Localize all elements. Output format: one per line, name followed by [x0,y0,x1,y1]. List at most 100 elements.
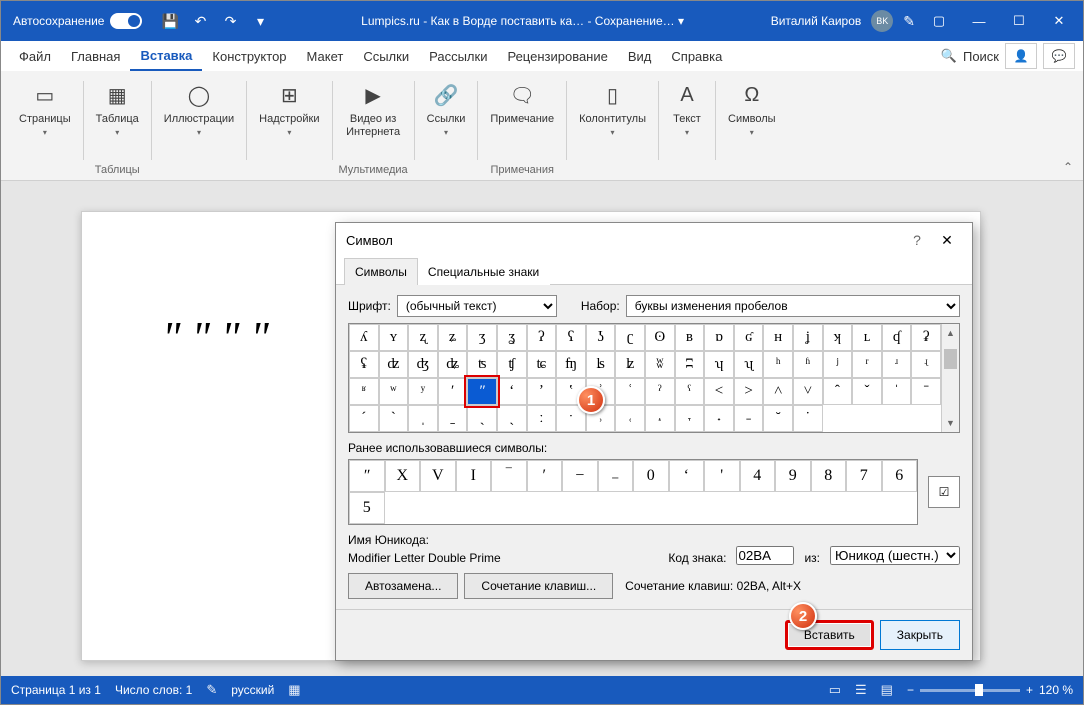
tab-special[interactable]: Специальные знаки [417,258,550,285]
char-cell[interactable]: ʬ [645,351,675,378]
shortcut-button[interactable]: Сочетание клавиш... [464,573,613,599]
scroll-thumb[interactable] [944,349,957,369]
recent-cell[interactable]: − [562,460,598,492]
recent-cell[interactable]: V [420,460,456,492]
read-mode-icon[interactable]: ▭ [829,682,841,698]
char-cell[interactable]: ˌ [408,405,438,432]
ribbon-колонтитулы[interactable]: ▯Колонтитулы▾ [573,75,652,141]
char-cell[interactable]: ʓ [497,324,527,351]
char-cell[interactable]: ʼ [527,378,557,405]
ribbon-страницы[interactable]: ▭Страницы▾ [13,75,77,141]
char-cell[interactable]: ʫ [615,351,645,378]
char-cell[interactable]: ʡ [911,324,941,351]
tab-вставка[interactable]: Вставка [130,41,202,71]
char-cell[interactable]: ˆ [823,378,853,405]
help-icon[interactable]: ? [902,232,932,248]
char-cell[interactable]: ʣ [379,351,409,378]
ribbon-надстройки[interactable]: ⊞Надстройки▾ [253,75,325,141]
char-cell[interactable]: ʵ [911,351,941,378]
char-grid[interactable]: ʎʏʐʑʒʓʔʕʖʗʘʙɒʛʜʝʞʟʠʡʢʣʤʥʦʧʨʩʪʫʬʭʮʯʰʱʲʳʴʵ… [349,324,941,432]
recent-cell[interactable]: ʺ [349,460,385,492]
tab-файл[interactable]: Файл [9,41,61,71]
autosave-toggle[interactable]: Автосохранение [5,13,150,29]
close-button[interactable]: ✕ [1039,1,1079,41]
recent-cell[interactable]: ₋ [598,460,634,492]
char-cell[interactable]: ˏ [497,405,527,432]
char-cell[interactable]: ʦ [467,351,497,378]
char-cell[interactable]: ʰ [763,351,793,378]
char-cell[interactable]: ʥ [438,351,468,378]
pen-icon[interactable]: ✎ [903,13,915,30]
char-cell[interactable]: ˀ [645,378,675,405]
status-lang[interactable]: русский [231,683,274,697]
tab-главная[interactable]: Главная [61,41,130,71]
recent-extra[interactable]: ☑ [928,476,960,508]
share-button[interactable]: 👤 [1005,43,1037,69]
scrollbar[interactable]: ▲ ▼ [941,324,959,432]
undo-icon[interactable]: ↶ [186,7,214,35]
status-page[interactable]: Страница 1 из 1 [11,683,101,697]
ribbon-таблица[interactable]: ▦Таблица▾ [90,75,145,141]
char-cell[interactable]: ʞ [823,324,853,351]
scroll-down-icon[interactable]: ▼ [942,414,959,432]
char-cell[interactable]: ʹ [438,378,468,405]
char-cell[interactable]: ʭ [675,351,705,378]
comments-button[interactable]: 💬 [1043,43,1075,69]
char-cell[interactable]: ʏ [379,324,409,351]
recent-cell[interactable]: ' [704,460,740,492]
char-cell[interactable]: ʿ [615,378,645,405]
char-cell[interactable]: ʮ [704,351,734,378]
char-cell[interactable]: ʑ [438,324,468,351]
save-icon[interactable]: 💾 [156,7,184,35]
from-select[interactable]: Юникод (шестн.) [830,546,960,565]
recent-cell[interactable]: ‘ [669,460,705,492]
collapse-ribbon-icon[interactable]: ⌃ [1063,160,1073,174]
char-cell[interactable]: ˋ [379,405,409,432]
recent-cell[interactable]: 4 [740,460,776,492]
char-cell[interactable]: ʸ [408,378,438,405]
char-cell[interactable]: ʖ [586,324,616,351]
search-label[interactable]: Поиск [963,49,999,64]
dialog-close-icon[interactable]: ✕ [932,232,962,249]
char-cell[interactable]: ˔ [645,405,675,432]
ribbon-примечание[interactable]: 🗨Примечание [484,75,560,130]
char-cell[interactable]: ʶ [349,378,379,405]
char-cell[interactable]: ˂ [704,378,734,405]
subset-select[interactable]: буквы изменения пробелов [626,295,960,317]
scroll-up-icon[interactable]: ▲ [942,324,959,342]
char-cell[interactable]: ʝ [793,324,823,351]
char-cell[interactable]: ʪ [586,351,616,378]
recent-cell[interactable]: 6 [882,460,918,492]
char-cell[interactable]: ʗ [615,324,645,351]
char-cell[interactable]: ˈ [882,378,912,405]
print-layout-icon[interactable]: ☰ [855,682,867,698]
char-cell[interactable]: ʎ [349,324,379,351]
char-cell[interactable]: ʤ [408,351,438,378]
web-layout-icon[interactable]: ▤ [881,682,893,698]
ribbon-символы[interactable]: ΩСимволы▾ [722,75,782,141]
char-cell[interactable]: ˁ [675,378,705,405]
recent-cell[interactable]: 8 [811,460,847,492]
char-cell[interactable]: ʢ [349,351,379,378]
char-cell[interactable]: ˕ [675,405,705,432]
char-cell[interactable]: ʻ [497,378,527,405]
char-cell[interactable]: ˇ [852,378,882,405]
char-cell[interactable]: ʙ [675,324,705,351]
ribbon-mode-icon[interactable]: ▢ [919,1,959,41]
char-cell[interactable]: ˓ [615,405,645,432]
char-cell[interactable]: ˘ [763,405,793,432]
char-cell[interactable]: ˅ [793,378,823,405]
char-cell[interactable]: ʔ [527,324,557,351]
char-cell[interactable]: ʧ [497,351,527,378]
recent-cell[interactable]: 0 [633,460,669,492]
recent-cell[interactable]: 7 [846,460,882,492]
qat-dropdown-icon[interactable]: ▾ [246,7,274,35]
ribbon-видео из[interactable]: ▶Видео изИнтернета [340,75,406,143]
char-cell[interactable]: ː [527,405,557,432]
recent-grid[interactable]: ʺXVI‾′−₋0‘'498765 [348,459,918,525]
recent-cell[interactable]: ‾ [491,460,527,492]
char-cell[interactable]: ʕ [556,324,586,351]
maximize-button[interactable]: ☐ [999,1,1039,41]
spellcheck-icon[interactable]: ✎ [206,682,217,698]
status-words[interactable]: Число слов: 1 [115,683,192,697]
